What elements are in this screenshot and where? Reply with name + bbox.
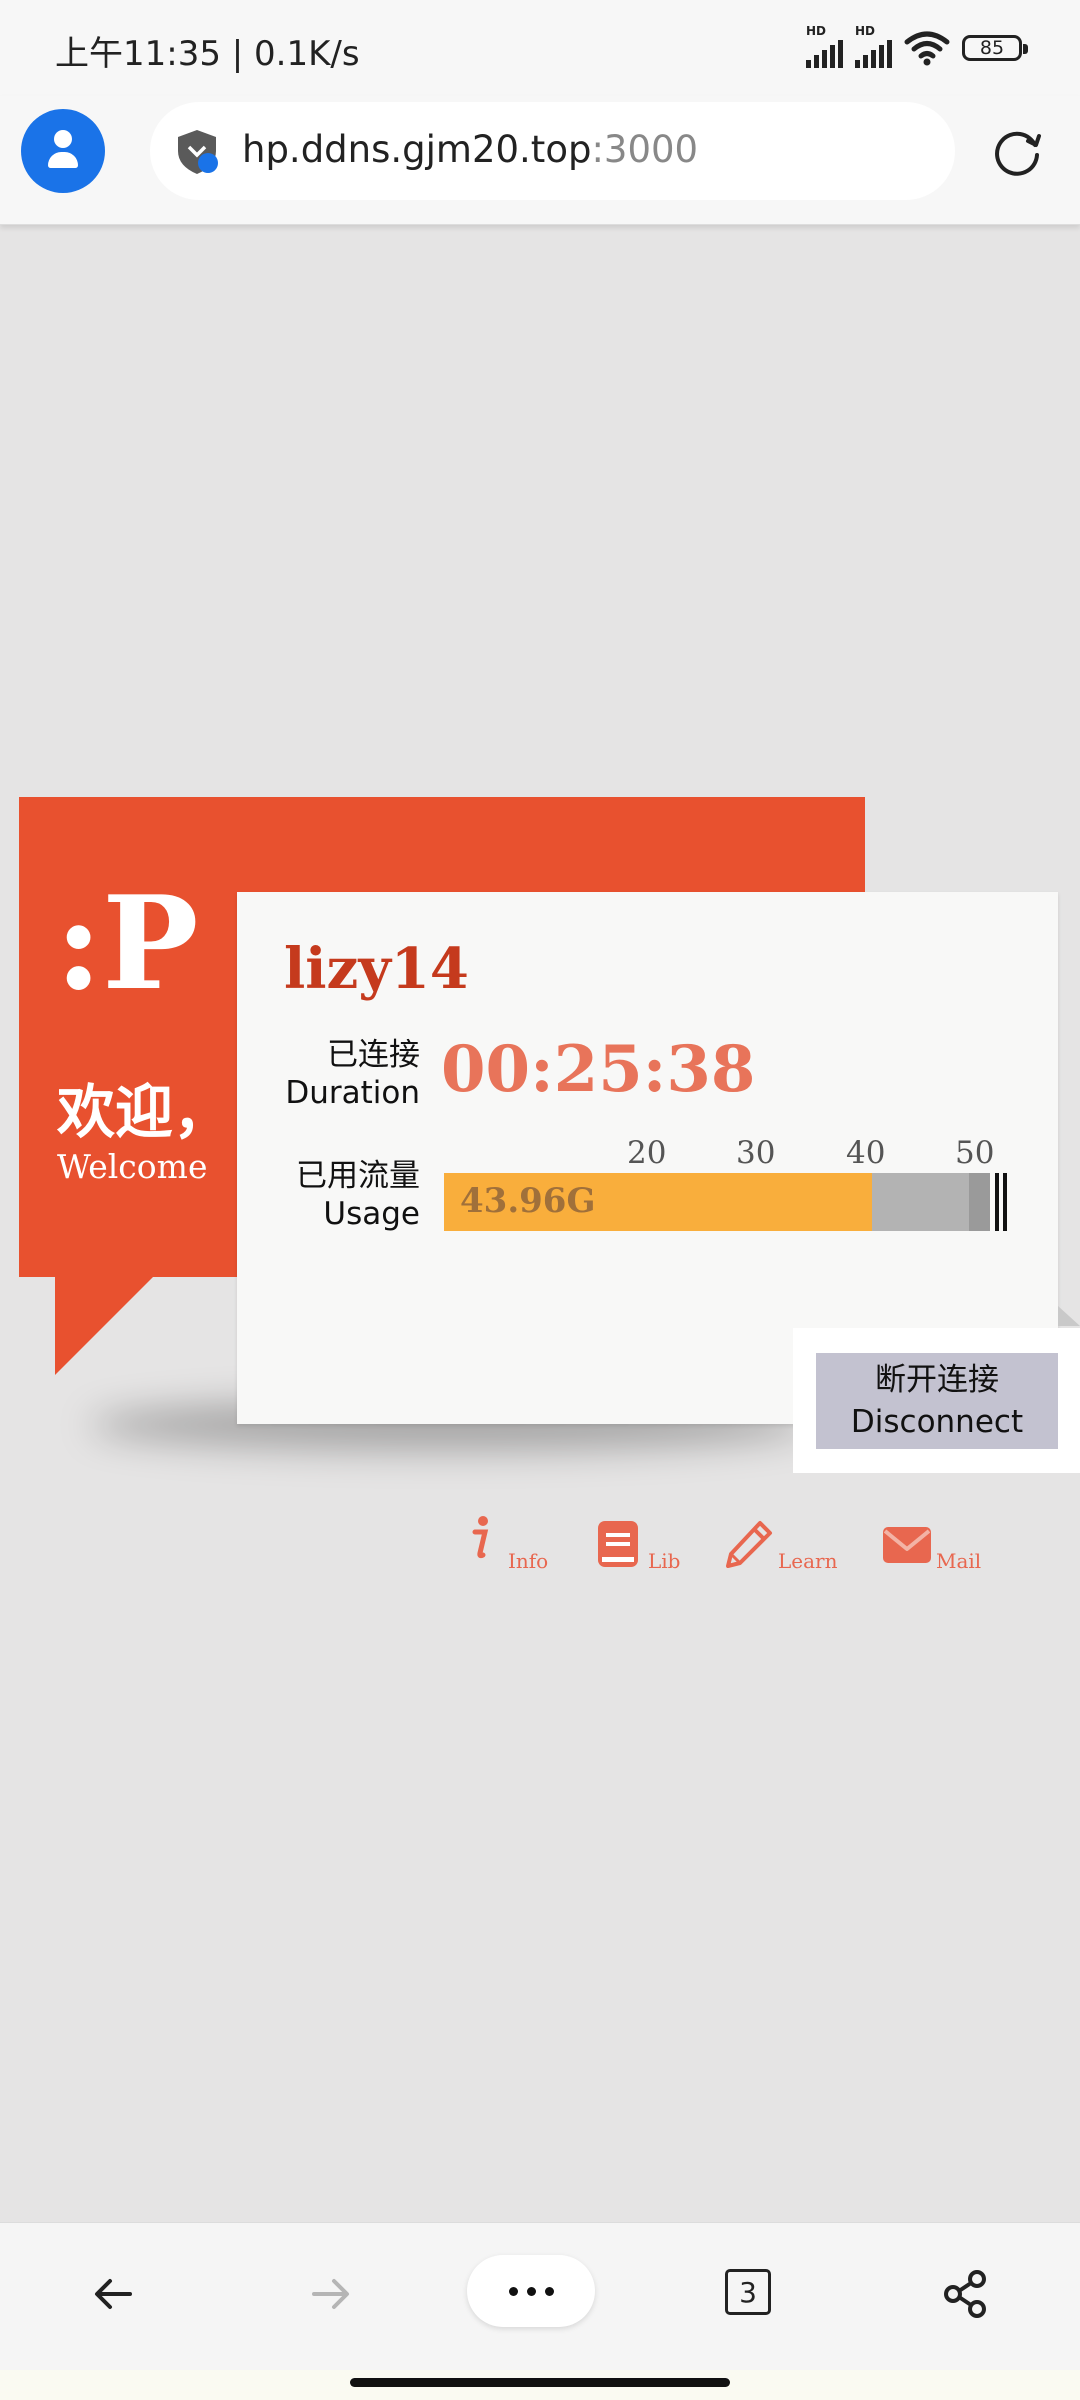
tabs-icon[interactable]: 3 bbox=[725, 2269, 771, 2315]
more-button[interactable] bbox=[467, 2255, 595, 2327]
welcome-cn: 欢迎， bbox=[57, 1078, 232, 1146]
link-label: Info bbox=[508, 1549, 549, 1573]
url-text[interactable]: hp.ddns.gjm20.top:3000 bbox=[242, 128, 698, 171]
duration-label-cn: 已连接 bbox=[327, 1037, 420, 1073]
status-icons: HD HD 85 bbox=[806, 24, 1028, 68]
share-icon[interactable] bbox=[936, 2264, 996, 2324]
status-time: 上午11:35 | 0.1K/s bbox=[55, 34, 360, 74]
usage-tick: 20 bbox=[627, 1135, 667, 1171]
disconnect-label-en: Disconnect bbox=[850, 1404, 1024, 1440]
status-bar: 上午11:35 | 0.1K/s HD HD 85 bbox=[0, 0, 1080, 96]
signal-icon: HD bbox=[806, 24, 843, 68]
bottom-navigation: 3 bbox=[0, 2222, 1080, 2371]
banner-tail bbox=[55, 1277, 153, 1375]
usage-meter: 43.96G bbox=[444, 1173, 990, 1231]
home-indicator[interactable] bbox=[350, 2378, 730, 2387]
usage-label-cn: 已用流量 bbox=[296, 1158, 420, 1194]
info-icon bbox=[472, 1516, 489, 1559]
username: lizy14 bbox=[284, 936, 469, 1002]
tab-count: 3 bbox=[739, 2275, 757, 2309]
link-lib[interactable]: Lib bbox=[596, 1519, 686, 1579]
usage-tick: 50 bbox=[955, 1135, 995, 1171]
usage-limit-marker bbox=[1003, 1173, 1007, 1231]
link-label: Lib bbox=[648, 1549, 681, 1573]
pencil-icon bbox=[726, 1521, 772, 1568]
profile-icon[interactable] bbox=[21, 109, 105, 193]
hd-label: HD bbox=[806, 24, 827, 38]
disconnect-button[interactable]: 断开连接 Disconnect bbox=[816, 1353, 1058, 1449]
url-host: hp.ddns.gjm20.top bbox=[242, 128, 592, 171]
usage-label-en: Usage bbox=[323, 1196, 420, 1232]
more-icon bbox=[508, 2286, 518, 2296]
mail-icon bbox=[883, 1527, 931, 1563]
battery-level: 85 bbox=[979, 37, 1005, 59]
link-learn[interactable]: Learn bbox=[724, 1519, 844, 1579]
link-label: Learn bbox=[778, 1549, 838, 1573]
gesture-area bbox=[0, 2370, 1080, 2400]
wifi-icon bbox=[904, 31, 950, 66]
usage-tick: 30 bbox=[736, 1135, 776, 1171]
link-label: Mail bbox=[936, 1549, 982, 1573]
link-info[interactable]: Info bbox=[470, 1515, 560, 1575]
duration-label: 已连接 Duration bbox=[250, 1036, 420, 1112]
usage-value: 43.96G bbox=[460, 1181, 596, 1221]
smiley-text: :P bbox=[55, 869, 199, 1019]
security-shield-icon[interactable] bbox=[172, 127, 222, 177]
welcome-en: Welcome bbox=[57, 1147, 208, 1186]
hd-label: HD bbox=[855, 24, 876, 38]
browser-toolbar: hp.ddns.gjm20.top:3000 bbox=[0, 96, 1080, 225]
usage-meter-fill: 43.96G bbox=[444, 1173, 872, 1231]
link-mail[interactable]: Mail bbox=[882, 1525, 992, 1585]
back-arrow-icon[interactable] bbox=[84, 2264, 144, 2324]
address-bar[interactable]: hp.ddns.gjm20.top:3000 bbox=[150, 102, 955, 200]
usage-label: 已用流量 Usage bbox=[250, 1157, 420, 1233]
duration-label-en: Duration bbox=[285, 1075, 420, 1111]
disconnect-label-cn: 断开连接 bbox=[875, 1362, 999, 1398]
signal-icon: HD bbox=[855, 24, 892, 68]
book-icon bbox=[598, 1521, 638, 1567]
usage-limit-marker bbox=[995, 1173, 999, 1231]
battery-icon: 85 bbox=[962, 35, 1028, 61]
url-port: :3000 bbox=[591, 128, 699, 171]
duration-value: 00:25:38 bbox=[441, 1032, 756, 1107]
forward-arrow-icon[interactable] bbox=[300, 2264, 360, 2324]
reload-icon[interactable] bbox=[988, 123, 1046, 181]
card-corner bbox=[1058, 1306, 1080, 1326]
usage-tick: 40 bbox=[846, 1135, 886, 1171]
